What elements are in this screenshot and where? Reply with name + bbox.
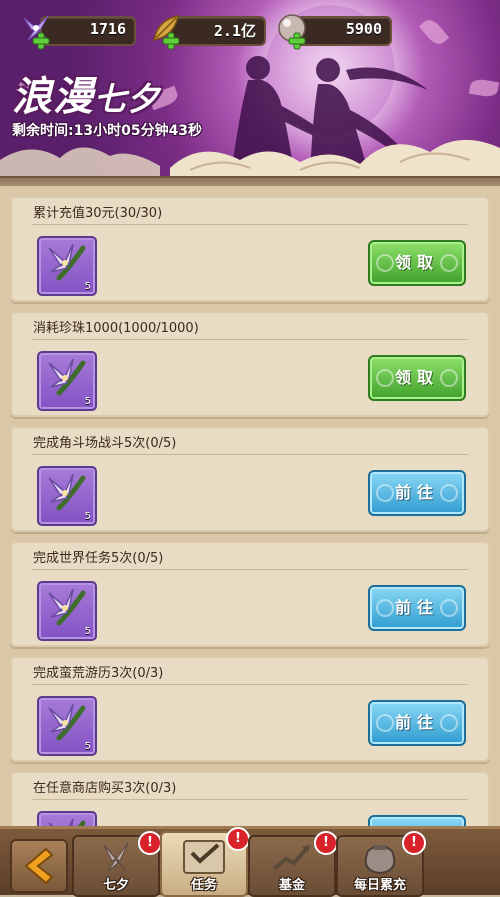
swirl-decoration [440,484,458,502]
tab-qixi[interactable]: ! 七夕 [72,831,162,897]
reward-item[interactable]: 5 [37,466,97,526]
task-name: 消耗珍珠1000(1000/1000) [33,321,199,336]
notification-badge: ! [226,827,250,851]
task-list[interactable]: 累计充值30元(30/30) 5 领取 消耗珍珠1000(1000/1000) … [0,186,500,826]
resource-value: 1716 [89,20,126,38]
go-button[interactable]: 前往 [368,470,466,516]
divider [32,799,468,800]
reward-item[interactable]: 5 [37,581,97,641]
task-row: 完成世界任务5次(0/5) 5 前往 [10,541,490,647]
divider [32,569,468,570]
task-row: 在任意商店购买3次(0/3) 5 前往 [10,771,490,826]
add-gold-button[interactable] [162,32,180,50]
task-name: 在任意商店购买3次(0/3) [33,781,177,796]
tab-label: 七夕 [102,878,129,893]
button-label: 前往 [394,713,439,732]
tab-label: 基金 [278,878,305,893]
tab-daily-recharge[interactable]: ! 每日累充 [336,831,426,897]
claim-button[interactable]: 领取 [368,240,466,286]
event-title-small: 七夕 [94,80,161,118]
back-button[interactable] [10,839,68,893]
event-title: 浪漫七夕 [12,64,160,122]
button-label: 领取 [394,368,439,387]
tab-label: 任务 [190,878,217,893]
button-label: 领取 [394,253,439,272]
button-label: 前往 [394,598,439,617]
resource-bar-gold: 2.1亿 [170,16,266,46]
swirl-decoration [376,369,394,387]
tab-fund[interactable]: ! 基金 [248,831,338,897]
go-button[interactable]: 前往 [368,585,466,631]
swirl-decoration [376,254,394,272]
reward-item[interactable]: 5 [37,811,97,826]
task-name: 完成世界任务5次(0/5) [33,551,164,566]
swirl-decoration [440,254,458,272]
notification-badge: ! [314,831,338,855]
swirl-decoration [376,599,394,617]
task-row: 完成角斗场战斗5次(0/5) 5 前往 [10,426,490,532]
task-name: 完成蛮荒游历3次(0/3) [33,666,164,681]
divider [32,454,468,455]
resource-bar-pearls: 5900 [296,16,392,46]
item-count: 5 [84,511,91,522]
reward-item[interactable]: 5 [37,351,97,411]
event-title-main: 浪漫 [12,73,94,120]
back-arrow-icon [24,847,54,885]
task-row: 累计充值30元(30/30) 5 领取 [10,196,490,302]
notification-badge: ! [138,831,162,855]
event-banner: 1716 2.1亿 5900 浪漫七夕 剩余时间:13小时05分钟43秒 [0,0,500,178]
divider [32,339,468,340]
resource-bar-flowers: 1716 [40,16,136,46]
task-name: 完成角斗场战斗5次(0/5) [33,436,177,451]
swirl-decoration [376,484,394,502]
task-row: 完成蛮荒游历3次(0/3) 5 前往 [10,656,490,762]
button-label: 前往 [394,483,439,502]
reward-item[interactable]: 5 [37,696,97,756]
petal-decoration [468,77,500,99]
resource-value: 2.1亿 [213,22,256,40]
go-button[interactable]: 前往 [368,700,466,746]
task-row: 消耗珍珠1000(1000/1000) 5 领取 [10,311,490,417]
orchid-flower-icon [48,818,86,826]
item-count: 5 [84,281,91,292]
divider [32,684,468,685]
swirl-decoration [376,714,394,732]
go-button[interactable]: 前往 [368,815,466,826]
bottom-nav: ! 七夕 ! 任务 ! 基金 ! 每日累充 [0,826,500,897]
tab-label: 每日累充 [353,878,406,893]
swirl-decoration [440,714,458,732]
remaining-time: 剩余时间:13小时05分钟43秒 [12,123,203,139]
add-pearls-button[interactable] [288,32,306,50]
item-count: 5 [84,626,91,637]
reward-item[interactable]: 5 [37,236,97,296]
resource-value: 5900 [345,20,382,38]
notification-badge: ! [402,831,426,855]
tab-tasks[interactable]: ! 任务 [160,827,250,897]
swirl-decoration [440,369,458,387]
swirl-decoration [440,599,458,617]
claim-button[interactable]: 领取 [368,355,466,401]
add-flowers-button[interactable] [32,32,50,50]
divider [32,224,468,225]
task-name: 累计充值30元(30/30) [33,206,163,221]
item-count: 5 [84,741,91,752]
item-count: 5 [84,396,91,407]
